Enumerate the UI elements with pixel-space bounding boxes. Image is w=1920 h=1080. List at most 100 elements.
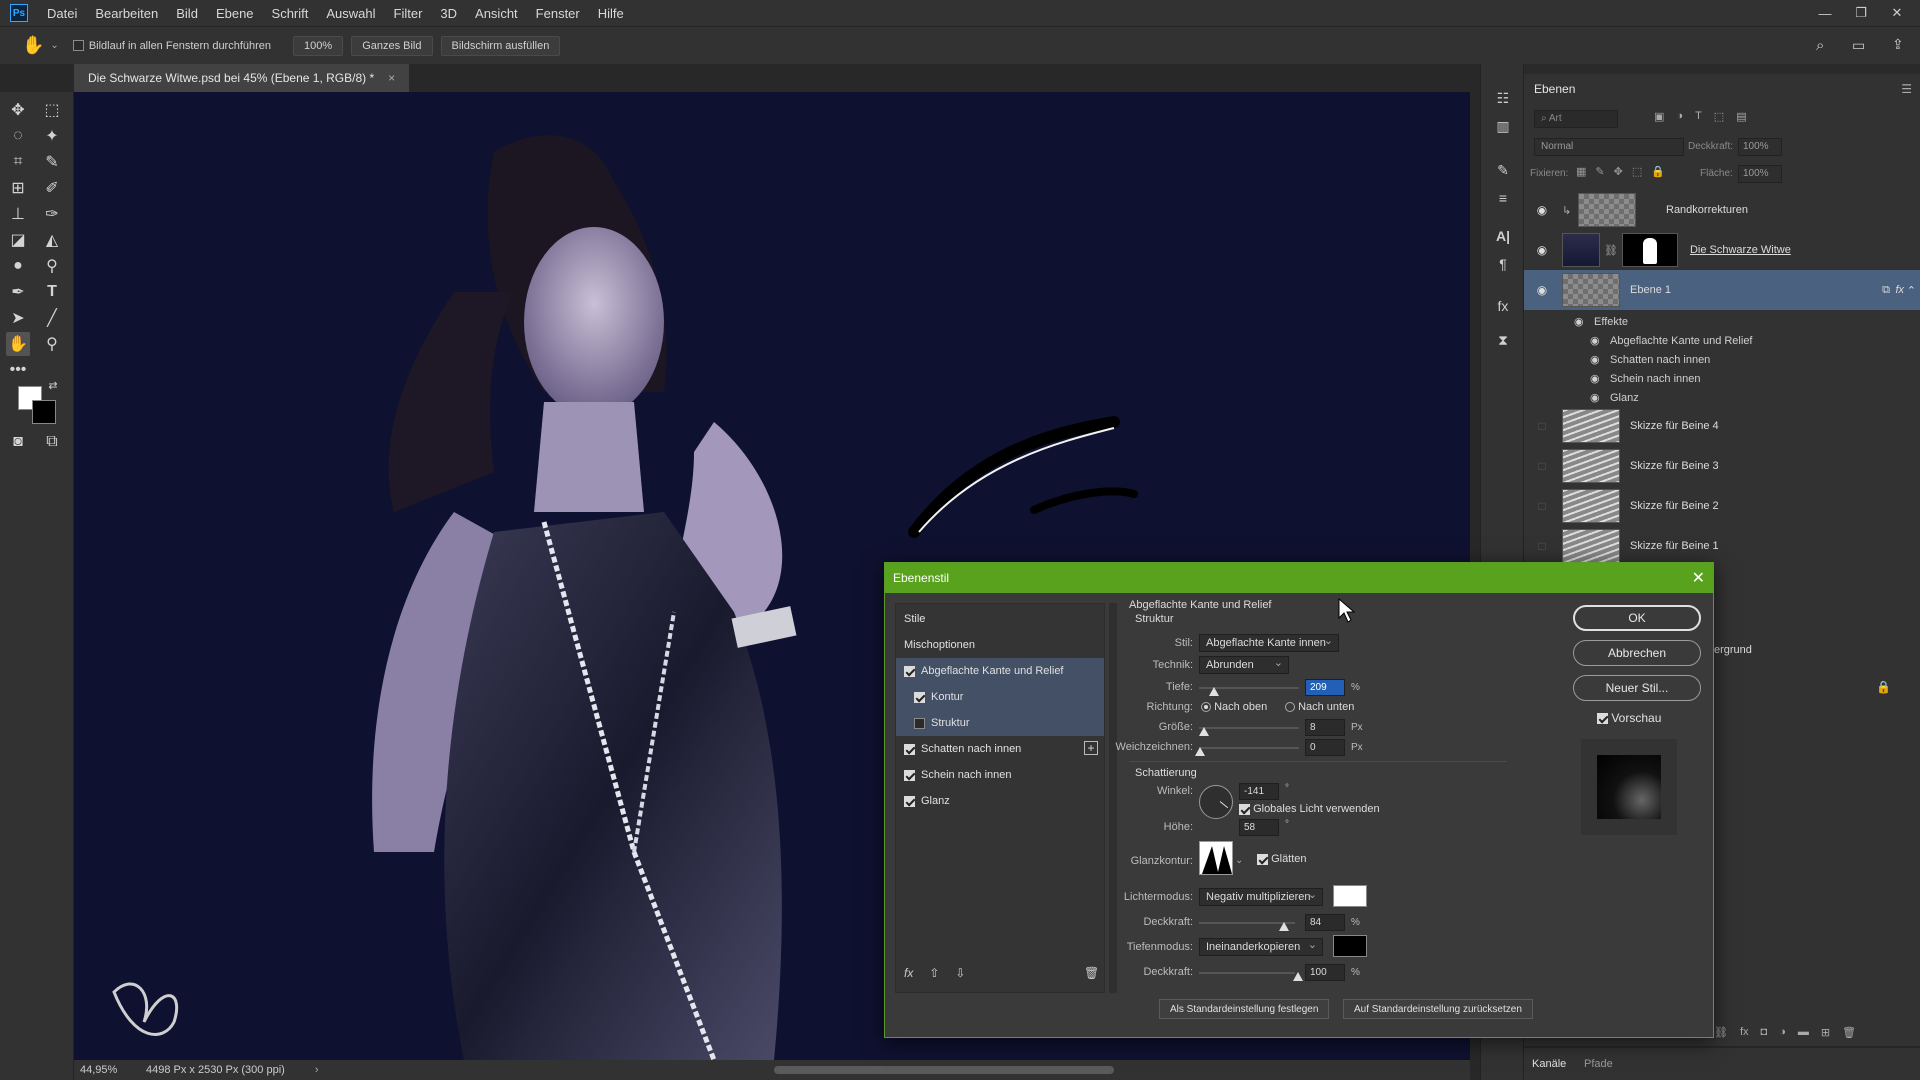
tiefe-input[interactable]: 209 (1305, 679, 1345, 696)
layer-row[interactable]: □ Skizze für Beine 3 (1524, 446, 1920, 486)
set-default-button[interactable]: Als Standardeinstellung festlegen (1159, 999, 1330, 1019)
screen-mode-icon[interactable]: ⧉ (40, 430, 64, 454)
marquee-tool-icon[interactable]: ⬚ (40, 98, 64, 122)
hoehe-input[interactable]: 58 (1239, 819, 1279, 836)
adjustment-layer-icon[interactable]: ◑ (1779, 1026, 1786, 1039)
collapse-effects-icon[interactable]: ⌃ (1907, 284, 1916, 297)
stamp-tool-icon[interactable]: ⊥ (6, 202, 30, 226)
visibility-off-icon[interactable]: □ (1534, 459, 1550, 473)
effect-eye-icon[interactable]: ◉ (1590, 391, 1606, 404)
paragraph-icon[interactable]: ¶ (1493, 254, 1513, 274)
effect-eye-icon[interactable]: ◉ (1590, 372, 1606, 385)
new-group-icon[interactable]: ▬ (1798, 1026, 1809, 1039)
menu-bild[interactable]: Bild (167, 6, 207, 21)
winkel-input[interactable]: -141 (1239, 783, 1279, 800)
menu-3d[interactable]: 3D (431, 6, 466, 21)
minimize-button[interactable]: — (1810, 0, 1840, 26)
style-checkbox[interactable] (904, 795, 915, 807)
menu-filter[interactable]: Filter (385, 6, 432, 21)
filter-adjust-icon[interactable]: ◑ (1676, 110, 1683, 128)
type-tool-icon[interactable]: T (40, 280, 64, 304)
menu-ebene[interactable]: Ebene (207, 6, 263, 21)
style-item-bevel[interactable]: Abgeflachte Kante und Relief (896, 658, 1104, 684)
visibility-eye-icon[interactable]: ◉ (1534, 283, 1550, 297)
stil-select[interactable]: Abgeflachte Kante innen (1199, 634, 1339, 652)
richtung-down-option[interactable]: Nach unten (1285, 701, 1354, 713)
quick-mask-icon[interactable]: ◙ (6, 430, 30, 454)
antialias-option[interactable]: Glätten (1257, 853, 1307, 865)
magic-wand-icon[interactable]: ✦ (40, 124, 64, 148)
effect-row[interactable]: ◉ Glanz (1524, 388, 1920, 407)
deck1-slider-thumb[interactable] (1279, 922, 1289, 931)
new-style-button[interactable]: Neuer Stil... (1573, 675, 1701, 701)
background-color-swatch[interactable] (32, 400, 56, 424)
lock-all-icon[interactable]: 🔒 (1651, 165, 1665, 178)
deck2-slider-thumb[interactable] (1293, 972, 1303, 981)
fill-input[interactable]: 100% (1738, 165, 1782, 183)
paths-tab[interactable]: Pfade (1584, 1058, 1613, 1070)
effect-row[interactable]: ◉ Schatten nach innen (1524, 350, 1920, 369)
move-up-icon[interactable]: ⇧ (929, 966, 939, 980)
style-item-inner-shadow[interactable]: Schatten nach innen + (896, 736, 1104, 762)
effect-row[interactable]: ◉ Schein nach innen (1524, 369, 1920, 388)
gloss-contour-swatch[interactable] (1199, 841, 1233, 875)
more-tools-icon[interactable]: ••• (6, 358, 30, 382)
restore-button[interactable]: ❐ (1846, 0, 1876, 26)
deck2-input[interactable]: 100 (1305, 964, 1345, 981)
line-tool-icon[interactable]: ╱ (40, 306, 64, 330)
contour-dropdown-icon[interactable]: ⌄ (1235, 855, 1243, 866)
history-brush-icon[interactable]: ✑ (40, 202, 64, 226)
delete-style-icon[interactable]: 🗑 (1084, 966, 1099, 980)
blur-tool-icon[interactable]: ● (6, 254, 30, 278)
menu-bearbeiten[interactable]: Bearbeiten (86, 6, 167, 21)
new-layer-icon[interactable]: ⊞ (1821, 1026, 1830, 1039)
menu-auswahl[interactable]: Auswahl (317, 6, 384, 21)
technik-select[interactable]: Abrunden (1199, 656, 1289, 674)
zoom-100-button[interactable]: 100% (293, 35, 344, 56)
dialog-close-icon[interactable]: ✕ (1692, 568, 1705, 588)
visibility-off-icon[interactable]: □ (1534, 539, 1550, 553)
layer-row[interactable]: □ Skizze für Beine 1 (1524, 526, 1920, 566)
scroll-all-checkbox[interactable] (72, 40, 84, 51)
styles-header[interactable]: Stile (896, 606, 1104, 632)
histogram-icon[interactable]: ▥ (1493, 116, 1513, 136)
opacity-input[interactable]: 100% (1738, 138, 1782, 156)
layers-tab[interactable]: Ebenen (1534, 82, 1575, 96)
lock-move-icon[interactable]: ✥ (1614, 165, 1623, 178)
style-checkbox[interactable] (914, 691, 925, 703)
filter-type-icon[interactable]: T (1695, 110, 1702, 128)
horizontal-scrollbar[interactable] (774, 1066, 1114, 1074)
weich-input[interactable]: 0 (1305, 739, 1345, 756)
adjustments-icon[interactable]: ≡ (1493, 188, 1513, 208)
tool-preset-chevron-icon[interactable]: ⌄ (50, 40, 58, 51)
brush-settings-icon[interactable]: ✎ (1493, 160, 1513, 180)
brush-tool-icon[interactable]: ✐ (40, 176, 64, 200)
deck1-input[interactable]: 84 (1305, 914, 1345, 931)
filter-smart-icon[interactable]: ▤ (1736, 110, 1746, 128)
preview-option[interactable]: Vorschau (1597, 711, 1661, 725)
blend-options-item[interactable]: Mischoptionen (896, 632, 1104, 658)
richtung-up-option[interactable]: Nach oben (1201, 701, 1267, 713)
search-icon[interactable]: ⌕ (1816, 37, 1824, 54)
angle-dial[interactable] (1199, 785, 1233, 819)
global-light-option[interactable]: Globales Licht verwenden (1239, 803, 1380, 815)
close-tab-icon[interactable]: × (388, 71, 395, 85)
style-checkbox[interactable] (914, 717, 925, 729)
share-icon[interactable]: ⇪ (1892, 36, 1904, 53)
filter-shape-icon[interactable]: ⬚ (1714, 110, 1724, 128)
add-style-plus-icon[interactable]: + (1084, 741, 1098, 755)
panel-menu-icon[interactable]: ☰ (1901, 82, 1912, 96)
layer-row-selected[interactable]: ◉ Ebene 1 ⧉ fx ⌃ (1524, 270, 1920, 310)
properties-icon[interactable]: ☷ (1493, 88, 1513, 108)
tiefe-slider-thumb[interactable] (1209, 687, 1219, 696)
eyedropper-icon[interactable]: ✎ (40, 150, 64, 174)
style-checkbox[interactable] (904, 743, 915, 755)
fit-screen-button[interactable]: Ganzes Bild (351, 35, 433, 56)
visibility-off-icon[interactable]: □ (1534, 419, 1550, 433)
fill-screen-button[interactable]: Bildschirm ausfüllen (440, 35, 561, 56)
healing-tool-icon[interactable]: ⊞ (6, 176, 30, 200)
document-tab[interactable]: Die Schwarze Witwe.psd bei 45% (Ebene 1,… (74, 64, 410, 92)
weich-slider[interactable] (1199, 747, 1299, 749)
style-item-satin[interactable]: Glanz (896, 788, 1104, 814)
style-item-inner-glow[interactable]: Schein nach innen (896, 762, 1104, 788)
